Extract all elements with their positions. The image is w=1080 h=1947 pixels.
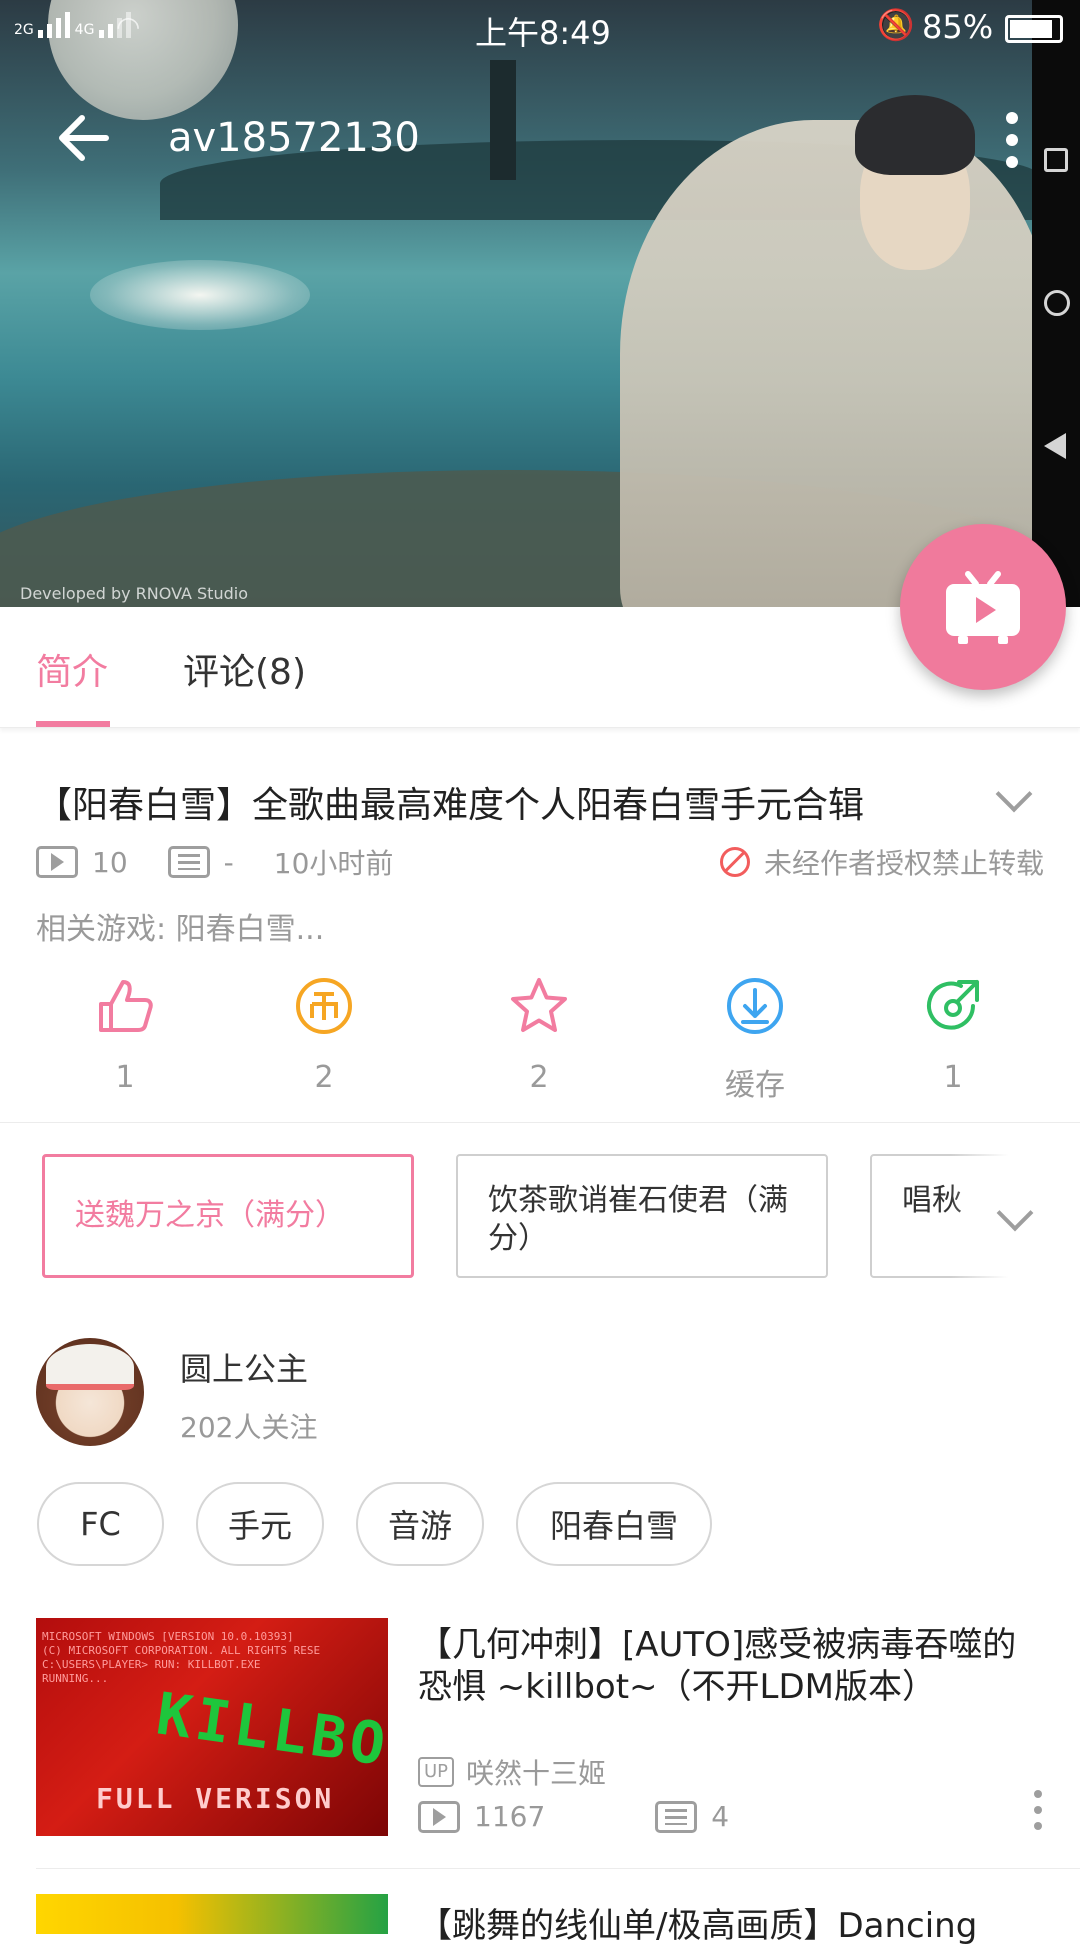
tv-play-icon <box>946 571 1020 644</box>
danmaku-count: - <box>223 845 234 879</box>
recommended-uploader: UP 咲然十三姬 <box>418 1752 606 1792</box>
tag-chip[interactable]: 手元 <box>196 1482 324 1566</box>
wifi-icon: ◠ <box>116 10 141 43</box>
tab-intro[interactable]: 简介 <box>36 643 108 695</box>
cover-watermark: Developed by RNOVA Studio <box>20 584 248 603</box>
recent-apps-icon[interactable] <box>1044 148 1068 172</box>
cover-reflection <box>90 260 310 330</box>
like-button[interactable]: 1 <box>65 976 185 1095</box>
video-title: 【阳春白雪】全歌曲最高难度个人阳春白雪手元合辑 <box>36 785 865 826</box>
share-button[interactable]: 1 <box>893 976 1013 1095</box>
signal-indicator: 2G 4G <box>14 12 131 38</box>
recommended-more-icon[interactable] <box>1034 1790 1044 1830</box>
video-cover[interactable]: Developed by RNOVA Studio <box>0 0 1032 607</box>
section-divider <box>0 1122 1080 1123</box>
related-game-link[interactable]: 相关游戏: 阳春白雪... <box>36 904 324 948</box>
download-icon <box>727 978 783 1034</box>
coin-button[interactable]: 2 <box>264 976 384 1095</box>
coin-icon <box>296 978 352 1034</box>
expand-chevron-icon[interactable] <box>995 775 1033 813</box>
star-icon <box>511 978 567 1032</box>
play-button[interactable] <box>900 524 1066 690</box>
like-count: 1 <box>115 1060 135 1095</box>
danmaku-icon <box>655 1800 698 1833</box>
cache-button[interactable]: 缓存 <box>695 976 815 1104</box>
signal-bars-icon <box>38 12 71 38</box>
part-item[interactable]: 饮茶歌诮崔石使君（满分） <box>456 1154 828 1278</box>
uploader-avatar[interactable] <box>36 1338 144 1446</box>
play-count-icon <box>36 846 78 878</box>
upload-time: 10小时前 <box>273 847 394 880</box>
bell-muted-icon: 🔕 <box>877 8 915 43</box>
status-time: 上午8:49 <box>475 14 611 52</box>
recommended-title[interactable]: 【几何冲刺】[AUTO]感受被病毒吞噬的恐惧 ~killbot~（不开LDM版本… <box>418 1624 1038 1708</box>
battery-icon <box>1005 15 1063 43</box>
tab-comments[interactable]: 评论(8) <box>183 643 306 695</box>
part-label: 送魏万之京（满分） <box>75 1198 345 1233</box>
list-divider <box>36 1868 1080 1869</box>
recommended-title[interactable]: 【跳舞的线仙单/极高画质】Dancing <box>418 1898 977 1947</box>
tag-chip[interactable]: 阳春白雪 <box>516 1482 712 1566</box>
signal-label-4g: 4G <box>74 22 95 38</box>
cover-figure-hair <box>855 95 975 175</box>
cache-label: 缓存 <box>725 1068 785 1103</box>
follower-count: 202人关注 <box>180 1411 318 1444</box>
signal-label-2g: 2G <box>14 22 34 38</box>
back-arrow-icon[interactable] <box>56 110 112 166</box>
recommended-danmaku-count: 4 <box>711 1800 730 1833</box>
video-meta: 10 - 10小时前 <box>36 842 393 882</box>
battery-percent: 85% <box>922 8 994 46</box>
part-item[interactable]: 送魏万之京（满分） <box>42 1154 414 1278</box>
thumb-subtitle-text: FULL VERISON <box>96 1782 335 1815</box>
favorite-count: 2 <box>529 1060 549 1095</box>
recommended-uploader-name: 咲然十三姬 <box>466 1757 607 1790</box>
more-options-icon[interactable] <box>1000 112 1024 168</box>
tag-chip[interactable]: 音游 <box>356 1482 484 1566</box>
no-repost-text: 未经作者授权禁止转载 <box>763 847 1044 880</box>
video-id-title: av18572130 <box>168 115 420 161</box>
favorite-button[interactable]: 2 <box>479 976 599 1095</box>
danmaku-icon <box>167 846 210 878</box>
coin-count: 2 <box>314 1060 334 1095</box>
thumb-title-text: KILLBOT <box>152 1679 388 1785</box>
up-badge: UP <box>418 1757 455 1787</box>
share-icon <box>927 980 979 1030</box>
play-count-icon <box>418 1800 460 1833</box>
tab-indicator <box>36 721 110 727</box>
tag-chip[interactable]: FC <box>37 1482 164 1566</box>
forbidden-icon <box>719 847 750 877</box>
recommended-play-count: 1167 <box>474 1800 546 1833</box>
recommended-thumbnail[interactable] <box>36 1894 388 1934</box>
part-label: 饮茶歌诮崔石使君（满分） <box>488 1183 788 1256</box>
recommended-thumbnail[interactable]: MICROSOFT WINDOWS [VERSION 10.0.10393] (… <box>36 1618 388 1836</box>
no-repost-notice: 未经作者授权禁止转载 <box>719 842 1044 882</box>
uploader-name[interactable]: 圆上公主 <box>180 1344 308 1390</box>
system-back-icon[interactable] <box>1044 433 1066 459</box>
recommended-stats: 1167 4 <box>418 1800 729 1833</box>
share-count: 1 <box>943 1060 963 1095</box>
thumb-console-text: MICROSOFT WINDOWS [VERSION 10.0.10393] (… <box>42 1630 321 1685</box>
play-count: 10 <box>92 845 128 879</box>
system-nav-bar <box>1032 0 1080 607</box>
cover-pagoda <box>490 60 516 180</box>
thumb-up-icon <box>99 980 153 1032</box>
home-icon[interactable] <box>1044 290 1070 316</box>
status-bar: 2G 4G ◠ 上午8:49 🔕 85% <box>0 0 1063 56</box>
